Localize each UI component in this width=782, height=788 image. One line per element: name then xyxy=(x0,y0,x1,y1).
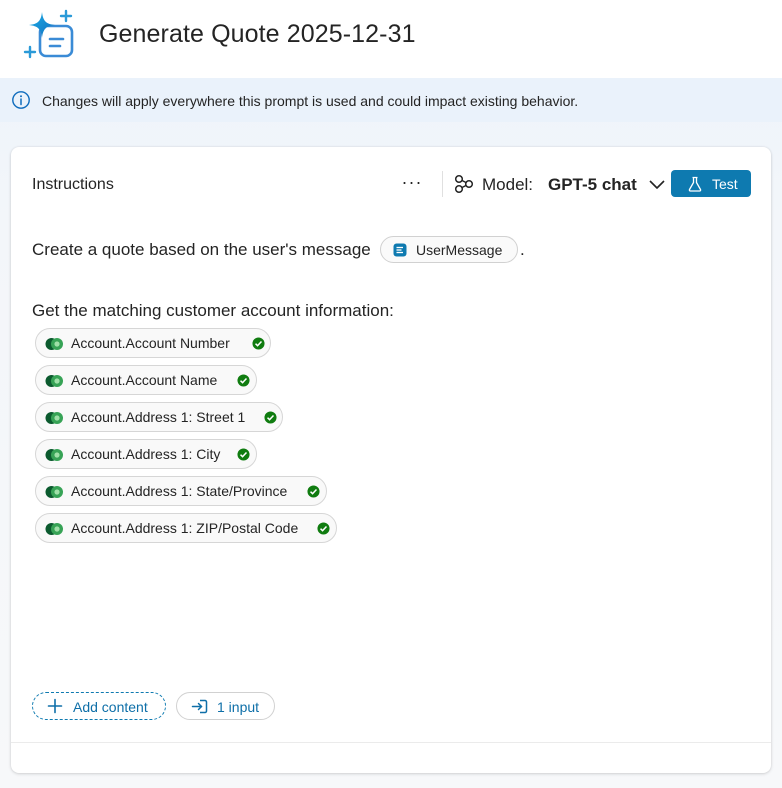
field-chip[interactable]: Account.Account Name xyxy=(35,365,257,395)
input-chip-label: UserMessage xyxy=(416,242,503,258)
check-circle-icon xyxy=(317,522,330,535)
text-input-icon xyxy=(393,243,407,257)
instructions-heading: Instructions xyxy=(32,176,114,193)
chevron-down-icon[interactable] xyxy=(647,175,667,193)
model-select[interactable]: GPT-5 chat xyxy=(548,175,637,195)
info-icon xyxy=(12,91,30,109)
field-chip[interactable]: Account.Address 1: State/Province xyxy=(35,476,327,506)
dataverse-icon xyxy=(45,449,63,461)
more-options-button[interactable]: ··· xyxy=(399,173,425,195)
check-circle-icon xyxy=(264,411,277,424)
instruction-line-2: Get the matching customer account inform… xyxy=(32,301,394,320)
model-label: Model: xyxy=(482,175,534,194)
dataverse-icon xyxy=(45,486,63,498)
field-chip[interactable]: Account.Address 1: City xyxy=(35,439,257,469)
inputs-button[interactable]: 1 input xyxy=(176,692,275,720)
dataverse-icon xyxy=(45,523,63,535)
instructions-card: Instructions ··· Model: GPT-5 chat Test … xyxy=(11,147,771,773)
flask-icon xyxy=(688,176,702,192)
add-content-button[interactable]: Add content xyxy=(32,692,166,720)
field-chip-label: Account.Account Number xyxy=(71,335,230,351)
field-chip-label: Account.Address 1: State/Province xyxy=(71,483,288,499)
plus-icon xyxy=(47,698,63,714)
input-chip-usermessage[interactable]: UserMessage xyxy=(380,236,518,263)
page-header: Generate Quote 2025-12-31 xyxy=(0,0,782,78)
field-chip[interactable]: Account.Address 1: ZIP/Postal Code xyxy=(35,513,337,543)
sparkle-document-icon xyxy=(23,9,74,59)
dataverse-icon xyxy=(45,412,63,424)
model-icon xyxy=(454,174,474,194)
field-chip-label: Account.Address 1: ZIP/Postal Code xyxy=(71,520,299,536)
field-chip-label: Account.Account Name xyxy=(71,372,218,388)
check-circle-icon xyxy=(307,485,320,498)
instruction-line-1: Create a quote based on the user's messa… xyxy=(32,240,371,259)
check-circle-icon xyxy=(252,337,265,350)
check-circle-icon xyxy=(237,448,250,461)
input-arrow-icon xyxy=(191,699,208,714)
inputs-label: 1 input xyxy=(217,699,260,715)
test-button-label: Test xyxy=(712,176,738,192)
test-button[interactable]: Test xyxy=(671,170,751,197)
dataverse-icon xyxy=(45,338,63,350)
dataverse-icon xyxy=(45,375,63,387)
add-content-label: Add content xyxy=(73,699,148,715)
card-divider xyxy=(11,742,771,743)
page-title: Generate Quote 2025-12-31 xyxy=(99,20,416,48)
field-chip-label: Account.Address 1: City xyxy=(71,446,221,462)
check-circle-icon xyxy=(237,374,250,387)
field-chip[interactable]: Account.Account Number xyxy=(35,328,271,358)
banner-message: Changes will apply everywhere this promp… xyxy=(42,93,579,109)
instruction-line-1-end: . xyxy=(520,240,525,259)
field-chip[interactable]: Account.Address 1: Street 1 xyxy=(35,402,283,432)
toolbar-divider xyxy=(442,171,443,197)
field-chip-label: Account.Address 1: Street 1 xyxy=(71,409,246,425)
